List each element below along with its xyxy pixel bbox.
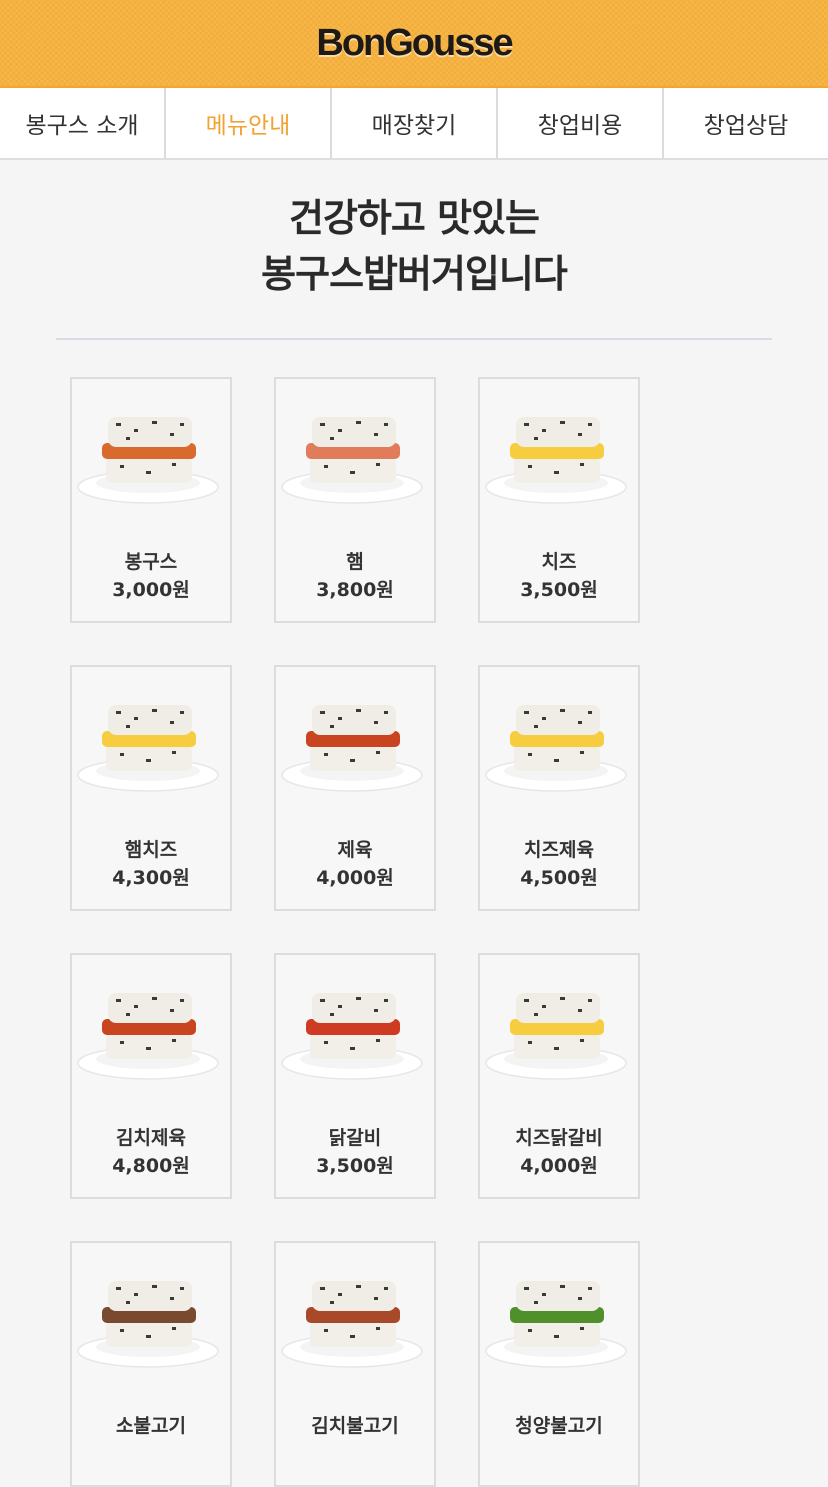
menu-item-price: 3,500원 <box>520 579 598 601</box>
menu-item-name: 닭갈비 <box>328 1127 382 1149</box>
menu-item-price: 4,000원 <box>316 867 394 889</box>
nav-item-franchise-cost[interactable]: 창업비용 <box>498 88 664 158</box>
menu-item-name: 햄치즈 <box>124 839 178 861</box>
menu-item-name: 제육 <box>337 839 373 861</box>
menu-card[interactable]: 치즈닭갈비 4,000원 <box>478 953 640 1199</box>
menu-card[interactable]: 제육 4,000원 <box>274 665 436 911</box>
menu-item-price: 4,500원 <box>520 867 598 889</box>
headline-line-1: 건강하고 맛있는 <box>289 196 540 240</box>
rice-burger-image <box>77 993 219 1080</box>
rice-burger-image <box>281 705 423 792</box>
menu-item-price: 4,000원 <box>520 1155 598 1177</box>
menu-item-name: 김치제육 <box>116 1127 186 1149</box>
headline-line-2: 봉구스밥버거입니다 <box>261 252 568 296</box>
menu-card[interactable]: 치즈 3,500원 <box>478 377 640 623</box>
rice-burger-image <box>77 1281 219 1368</box>
rice-burger-image <box>281 417 423 504</box>
rice-burger-image <box>485 705 627 792</box>
menu-card[interactable]: 닭갈비 3,500원 <box>274 953 436 1199</box>
rice-burger-image <box>485 417 627 504</box>
brand-logo[interactable]: BonGousse <box>316 22 513 65</box>
menu-card[interactable]: 햄치즈 4,300원 <box>70 665 232 911</box>
nav-item-store-finder[interactable]: 매장찾기 <box>332 88 498 158</box>
menu-item-price: 4,800원 <box>112 1155 190 1177</box>
menu-item-name: 봉구스 <box>124 551 178 573</box>
rice-burger-image <box>485 993 627 1080</box>
nav-item-about[interactable]: 봉구스 소개 <box>0 88 166 158</box>
menu-item-price: 3,800원 <box>316 579 394 601</box>
menu-item-name: 햄 <box>346 551 364 573</box>
header-bar: BonGousse <box>0 0 828 88</box>
menu-item-name: 치즈닭갈비 <box>515 1127 603 1149</box>
menu-item-price: 3,500원 <box>316 1155 394 1177</box>
nav-item-menu[interactable]: 메뉴안내 <box>166 88 332 158</box>
rice-burger-image <box>77 417 219 504</box>
menu-item-name: 청양불고기 <box>515 1415 603 1437</box>
menu-item-name: 치즈제육 <box>524 839 594 861</box>
menu-item-name: 김치불고기 <box>311 1415 399 1437</box>
menu-card[interactable]: 햄 3,800원 <box>274 377 436 623</box>
menu-item-name: 소불고기 <box>116 1415 186 1437</box>
rice-burger-image <box>77 705 219 792</box>
menu-card[interactable]: 봉구스 3,000원 <box>70 377 232 623</box>
main-nav: 봉구스 소개 메뉴안내 매장찾기 창업비용 창업상담 <box>0 88 828 160</box>
menu-card[interactable]: 소불고기 <box>70 1241 232 1487</box>
rice-burger-image <box>281 993 423 1080</box>
menu-card[interactable]: 청양불고기 <box>478 1241 640 1487</box>
nav-item-franchise-consult[interactable]: 창업상담 <box>664 88 828 158</box>
page-headline: 건강하고 맛있는 봉구스밥버거입니다 <box>0 190 828 302</box>
menu-card[interactable]: 김치불고기 <box>274 1241 436 1487</box>
menu-item-price: 4,300원 <box>112 867 190 889</box>
rice-burger-image <box>485 1281 627 1368</box>
rice-burger-image <box>281 1281 423 1368</box>
menu-card[interactable]: 치즈제육 4,500원 <box>478 665 640 911</box>
section-divider <box>56 338 772 340</box>
menu-card[interactable]: 김치제육 4,800원 <box>70 953 232 1199</box>
menu-item-name: 치즈 <box>541 551 577 573</box>
menu-item-price: 3,000원 <box>112 579 190 601</box>
